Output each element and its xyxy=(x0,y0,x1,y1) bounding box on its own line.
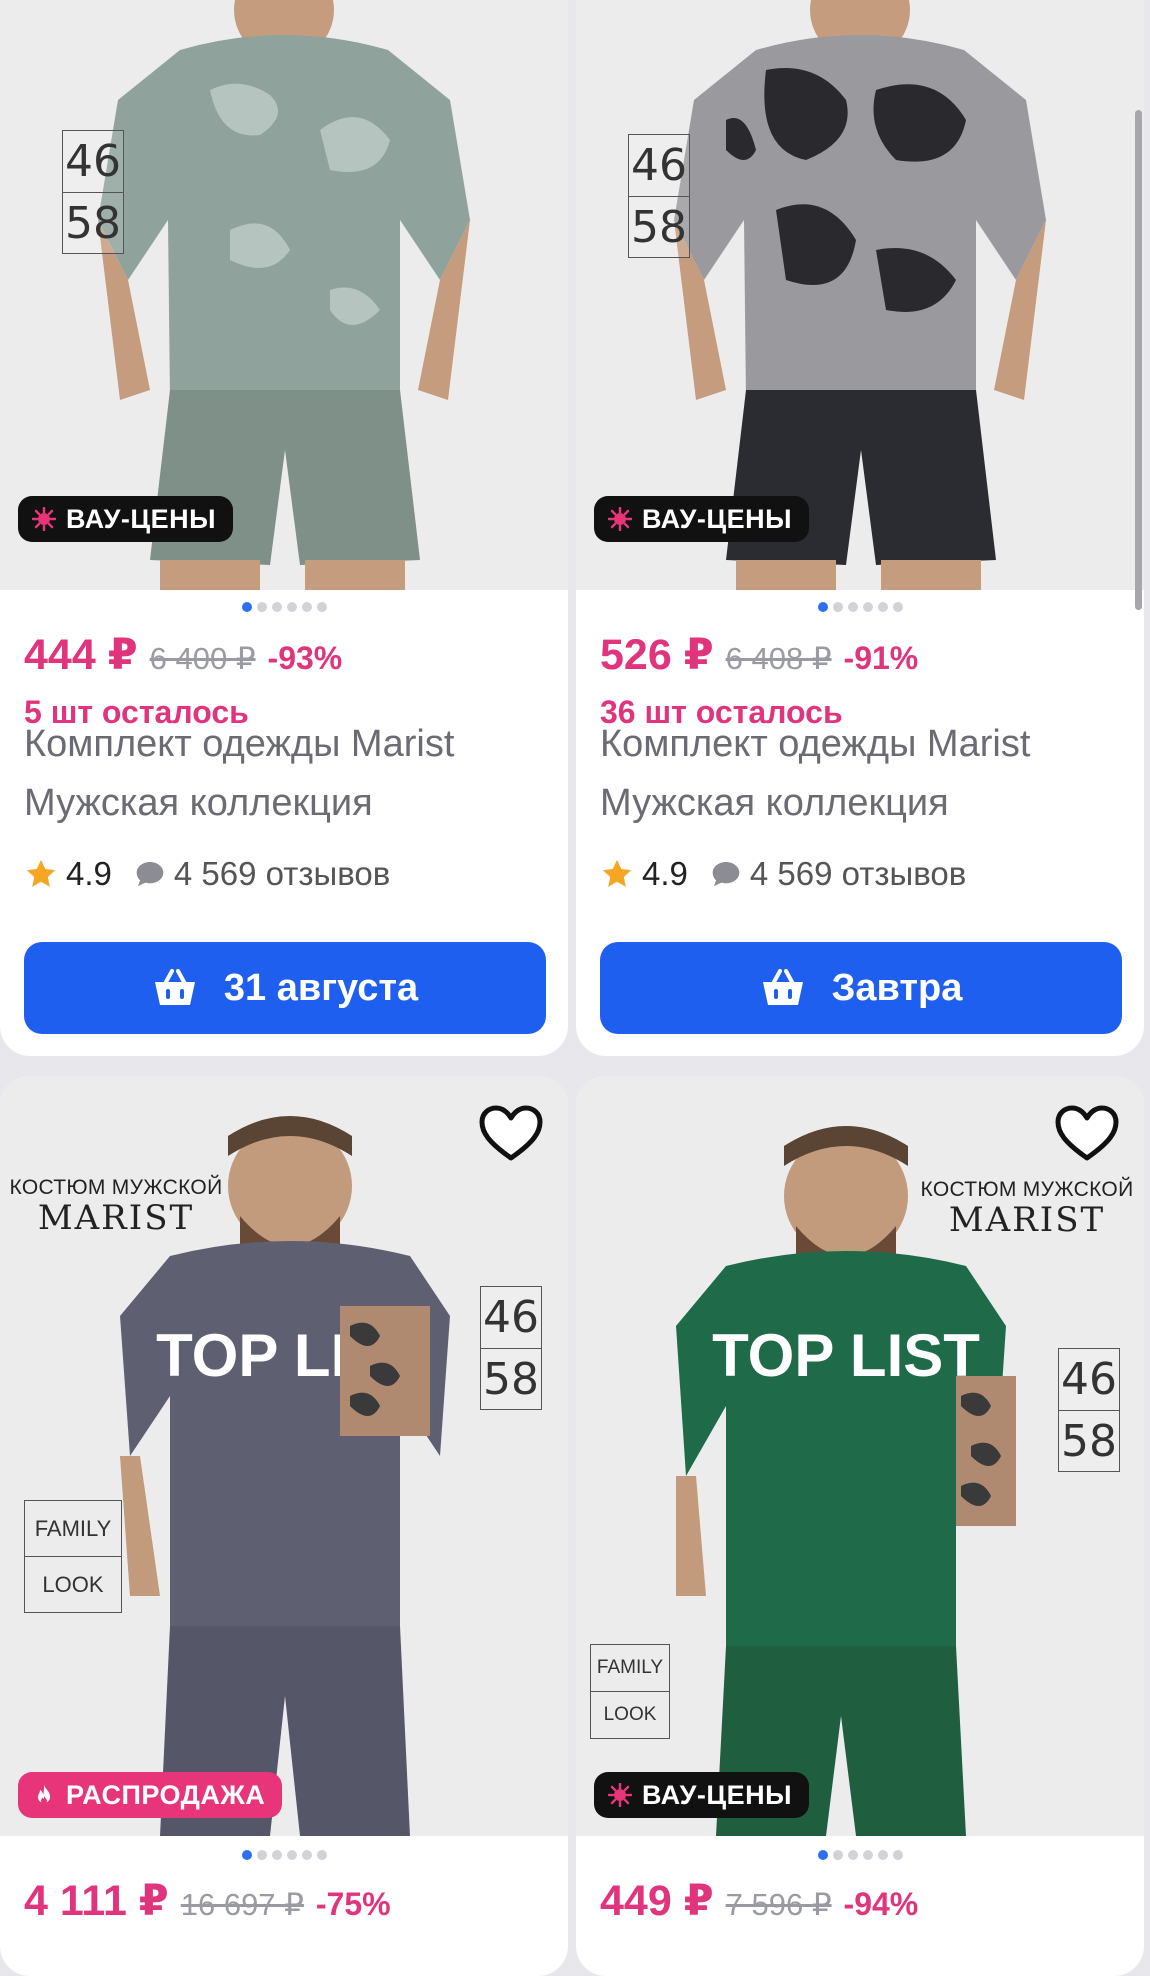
sparkle-icon xyxy=(32,507,56,531)
svg-text:TOP LIST: TOP LIST xyxy=(712,1322,980,1389)
product-photo[interactable]: 46 58 ВАУ-ЦЕНЫ xyxy=(0,0,568,590)
family-look-label: FAMILY LOOK xyxy=(590,1644,670,1739)
product-card[interactable]: TOP LIST КОСТЮМ МУЖСКОЙ MARIST 46 58 FAMI… xyxy=(0,1076,568,1976)
heart-icon[interactable] xyxy=(1054,1104,1120,1164)
rating-value: 4.9 xyxy=(642,855,688,892)
rating-row: 4.9 4 569 отзывов xyxy=(600,855,966,893)
family-look-label: FAMILY LOOK xyxy=(24,1500,122,1613)
scrollbar[interactable] xyxy=(1135,110,1142,610)
current-price: 526 ₽ xyxy=(600,631,714,679)
old-price: 7 596 ₽ xyxy=(725,1887,832,1922)
current-price: 444 ₽ xyxy=(24,631,138,679)
brand-logo: КОСТЮМ МУЖСКОЙ MARIST xyxy=(9,1176,223,1238)
promo-badge: ВАУ-ЦЕНЫ xyxy=(594,496,810,542)
rating-value: 4.9 xyxy=(66,855,112,892)
add-to-cart-button[interactable]: Завтра xyxy=(600,942,1122,1034)
current-price: 4 111 ₽ xyxy=(24,1877,169,1925)
discount-percent: -93% xyxy=(267,640,343,676)
comment-icon xyxy=(712,862,740,886)
reviews-count[interactable]: 4 569 отзывов xyxy=(174,855,390,893)
product-card[interactable]: 46 58 ВАУ-ЦЕНЫ 526 ₽ 6 408 ₽ -91% 36 шт о… xyxy=(576,0,1144,1056)
delivery-date-label: Завтра xyxy=(831,966,963,1009)
price-row: 449 ₽ 7 596 ₽ -94% xyxy=(600,1876,918,1926)
sparkle-icon xyxy=(608,1783,632,1807)
image-pager-dots xyxy=(0,602,568,614)
delivery-date-label: 31 августа xyxy=(223,966,419,1009)
brand-logo: КОСТЮМ МУЖСКОЙ MARIST xyxy=(920,1178,1134,1240)
price-row: 444 ₽ 6 400 ₽ -93% xyxy=(24,630,342,680)
promo-badge: ВАУ-ЦЕНЫ xyxy=(18,496,234,542)
discount-percent: -75% xyxy=(315,1886,391,1922)
discount-percent: -91% xyxy=(843,640,919,676)
rating-row: 4.9 4 569 отзывов xyxy=(24,855,390,893)
promo-badge: РАСПРОДАЖА xyxy=(18,1772,283,1818)
size-range-label: 46 58 xyxy=(480,1286,542,1410)
old-price: 16 697 ₽ xyxy=(180,1887,304,1922)
product-card[interactable]: 46 58 ВАУ-ЦЕНЫ 444 ₽ 6 400 ₽ -93% 5 шт ос… xyxy=(0,0,568,1056)
heart-icon[interactable] xyxy=(478,1104,544,1164)
size-range-label: 46 58 xyxy=(628,134,690,258)
sparkle-icon xyxy=(608,507,632,531)
price-row: 526 ₽ 6 408 ₽ -91% xyxy=(600,630,918,680)
old-price: 6 400 ₽ xyxy=(149,641,256,676)
size-range-label: 46 58 xyxy=(1058,1348,1120,1472)
image-pager-dots xyxy=(576,602,1144,614)
image-pager-dots xyxy=(576,1850,1144,1862)
badge-label: ВАУ-ЦЕНЫ xyxy=(66,503,217,534)
product-photo[interactable]: TOP LIST КОСТЮМ МУЖСКОЙ MARIST 46 58 FAMI… xyxy=(0,1076,568,1836)
basket-icon xyxy=(154,969,195,1005)
price-row: 4 111 ₽ 16 697 ₽ -75% xyxy=(24,1876,391,1926)
product-photo[interactable]: TOP LIST КОСТЮМ МУЖСКОЙ MARIST 46 58 FAMI… xyxy=(576,1076,1144,1836)
badge-label: ВАУ-ЦЕНЫ xyxy=(642,503,793,534)
add-to-cart-button[interactable]: 31 августа xyxy=(24,942,546,1034)
product-title[interactable]: Комплект одежды Marist Мужская коллекция xyxy=(600,715,1120,833)
basket-icon xyxy=(762,969,803,1005)
comment-icon xyxy=(136,862,164,886)
star-icon xyxy=(26,859,56,887)
product-photo[interactable]: 46 58 ВАУ-ЦЕНЫ xyxy=(576,0,1144,590)
reviews-count[interactable]: 4 569 отзывов xyxy=(750,855,966,893)
discount-percent: -94% xyxy=(843,1886,919,1922)
promo-badge: ВАУ-ЦЕНЫ xyxy=(594,1772,810,1818)
star-icon xyxy=(602,859,632,887)
current-price: 449 ₽ xyxy=(600,1877,714,1925)
image-pager-dots xyxy=(0,1850,568,1862)
size-range-label: 46 58 xyxy=(62,130,124,254)
old-price: 6 408 ₽ xyxy=(725,641,832,676)
product-card[interactable]: TOP LIST КОСТЮМ МУЖСКОЙ MARIST 46 58 FAMI… xyxy=(576,1076,1144,1976)
flame-icon xyxy=(38,1785,50,1804)
badge-label: ВАУ-ЦЕНЫ xyxy=(642,1779,793,1810)
product-title[interactable]: Комплект одежды Marist Мужская коллекция xyxy=(24,715,544,833)
badge-label: РАСПРОДАЖА xyxy=(66,1779,266,1810)
